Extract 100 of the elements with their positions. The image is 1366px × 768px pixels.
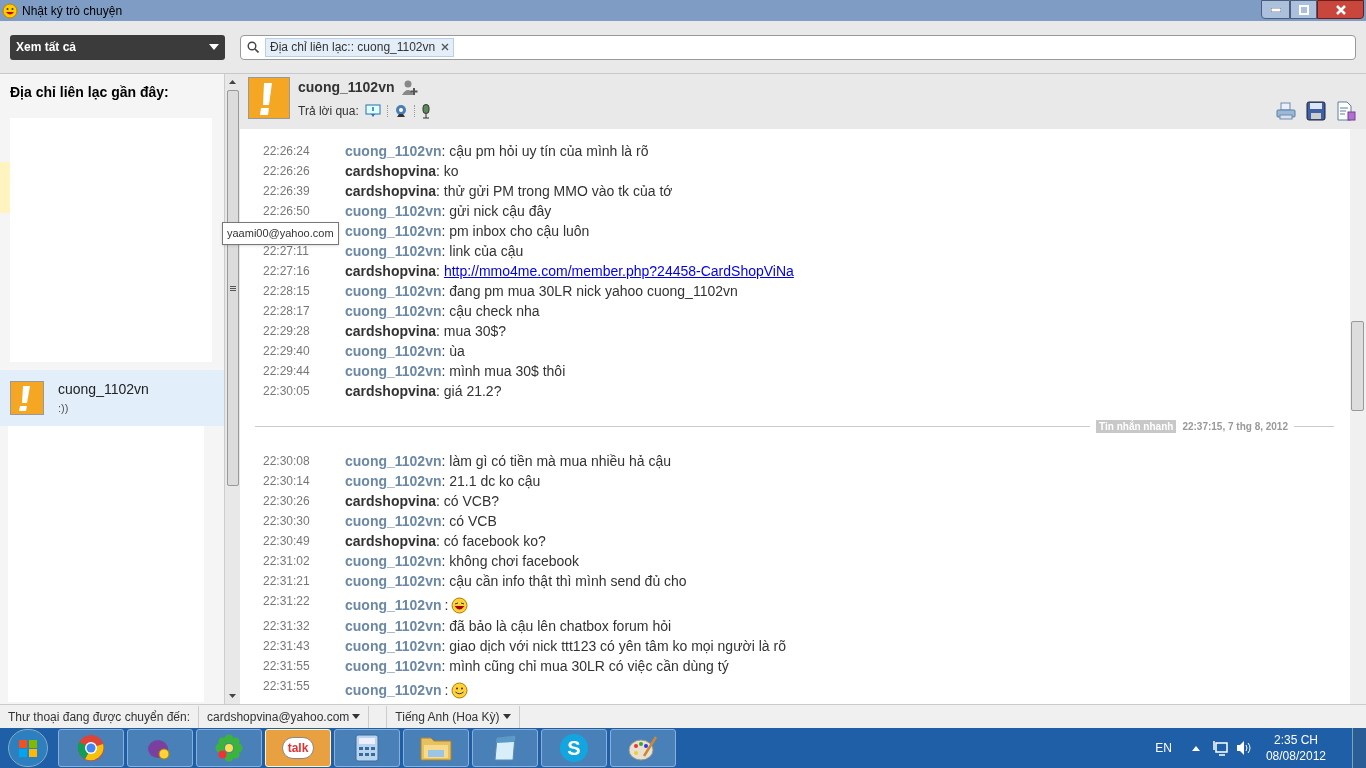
language-dropdown[interactable]: Tiếng Anh (Hoa Kỳ) [387,705,520,728]
contact-name: cuong_1102vn [298,78,395,97]
show-desktop-button[interactable] [1352,728,1366,768]
contact-name: cuong_1102vn [58,380,149,400]
message-time: 22:29:44 [262,363,311,380]
message-time: 22:26:50 [262,203,311,220]
message-text: cuong_1102vn: ùa [345,341,465,361]
skype-logo: S [560,734,588,762]
calculator-icon [355,734,379,762]
restore-button[interactable] [1290,0,1317,19]
search-field[interactable]: Địa chỉ liên lạc:: cuong_1102vn [240,34,1356,60]
delete-document-icon[interactable] [1336,101,1356,121]
flower-icon [215,734,243,762]
message-time: 22:26:24 [262,143,311,160]
message-text: cuong_1102vn: 21.1 dc ko cậu [345,471,541,491]
taskbar-app-button[interactable] [127,729,193,767]
taskbar-app-button[interactable] [610,729,676,767]
notepad-icon [491,734,519,762]
network-icon[interactable] [1211,740,1228,756]
message-link[interactable]: http://mmo4me.com/member.php?24458-CardShopViNa [443,260,794,282]
clock-time[interactable]: 2:35 CH [1273,732,1318,748]
message-text: cuong_1102vn: link của cậu [345,241,524,261]
search-tag[interactable]: Địa chỉ liên lạc:: cuong_1102vn [265,37,455,57]
folder-icon [420,735,452,761]
webcam-icon[interactable] [393,104,408,118]
message-time: 22:26:39 [262,183,311,200]
reply-label: Trả lời qua: [298,103,359,120]
taskbar-app-button[interactable] [196,729,262,767]
language-indicator[interactable]: EN [1155,739,1172,757]
message-text: cuong_1102vn: pm inbox cho cậu luôn [345,221,590,241]
avatar-icon [248,77,290,119]
laughing-emoji-icon [451,597,469,614]
message-time: 22:29:28 [262,323,311,340]
scroll-down-icon[interactable] [229,694,236,698]
message-time: 22:30:05 [262,383,311,400]
message-time: 22:30:14 [262,473,311,490]
tooltip: yaami00@yahoo.com [222,222,339,245]
chat-scrollbar[interactable] [1350,129,1366,704]
save-icon[interactable] [1306,101,1326,121]
remove-icon[interactable] [441,43,450,51]
microphone-icon[interactable] [420,103,431,119]
message-time: 22:31:55 [262,678,311,695]
message-text: cardshopvina: mua 30$? [345,321,507,341]
taskbar-app-button[interactable]: talk [265,729,331,767]
minimize-button[interactable] [1261,0,1290,19]
message-text: cuong_1102vn: có VCB [345,511,497,531]
scroll-thumb[interactable] [1351,321,1364,411]
contact-item[interactable]: cuong_1102vn :)) [0,370,224,426]
message-time: 22:31:43 [262,638,311,655]
show-hidden-icon[interactable] [1191,745,1200,751]
avatar-icon [10,381,44,415]
message-icon[interactable] [364,104,381,118]
message-text: cuong_1102vn: cậu cần info thật thì mình send đủ cho [345,571,687,591]
sidebar-heading: Địa chỉ liên lạc gần đây: [9,83,170,102]
message-time: 22:31:32 [262,618,311,635]
message-time: 22:31:21 [262,573,311,590]
message-text: cardshopvina: thử gửi PM trong MMO vào tk của tớ [345,181,673,201]
search-icon [247,41,259,53]
taskbar-app-button[interactable] [472,729,538,767]
message-time: 22:27:16 [262,263,311,280]
window-title: Nhật ký trò chuyện [22,2,123,20]
start-button[interactable] [8,729,48,767]
taskbar-app-button[interactable] [58,729,124,767]
highlight-strip [0,162,10,213]
close-icon [1334,4,1347,15]
close-button[interactable] [1317,0,1364,19]
print-icon[interactable] [1276,101,1296,121]
message-text: cardshopvina: giá 21.2? [345,381,502,401]
palette-icon [628,734,658,762]
message-text: cardshopvina: có facebook ko? [345,531,546,551]
caret-icon [352,714,361,719]
caret-icon [209,44,219,50]
scroll-up-icon[interactable] [229,80,236,84]
volume-icon[interactable] [1235,740,1252,756]
message-text: cuong_1102vn: đã bảo là cậu lên chatbox forum hỏi [345,616,672,636]
message-time: 22:28:17 [262,303,311,320]
message-line: cuong_1102vn : [345,680,469,701]
message-text: cuong_1102vn: mình cũng chỉ mua 30LR có việc cần dùng tý [345,656,729,676]
voicemail-dropdown[interactable]: cardshopvina@yahoo.com [199,705,370,728]
divider-time: 22:37:15, 7 thg 8, 2012 [1182,419,1288,434]
minimize-icon [1270,7,1281,12]
message-text: cuong_1102vn: mình mua 30$ thôi [345,361,566,381]
message-line: cardshopvina: http://mmo4me.com/member.php?24458-CardShopViNa [345,260,794,282]
message-time: 22:31:55 [262,658,311,675]
taskbar-app-button[interactable] [334,729,400,767]
message-text: cardshopvina: ko [345,161,459,181]
message-text: cuong_1102vn: đang pm mua 30LR nick yahoo cuong_1102vn [345,281,738,301]
message-time: 22:28:15 [262,283,311,300]
filter-dropdown[interactable]: Xem tất cả [10,34,225,60]
voicemail-label: Thư thoại đang được chuyển đến: [0,705,200,728]
message-time: 22:29:40 [262,343,311,360]
message-line: cuong_1102vn : [345,595,469,616]
clock-date[interactable]: 08/08/2012 [1265,748,1326,764]
caret-icon [502,714,511,719]
add-contact-icon[interactable] [400,78,419,97]
message-time: 22:30:49 [262,533,311,550]
message-text: cardshopvina: có VCB? [345,491,500,511]
message-text: cuong_1102vn: làm gì có tiền mà mua nhiều hả cậu [345,451,672,471]
taskbar-app-button[interactable] [403,729,469,767]
message-time: 22:26:26 [262,163,311,180]
